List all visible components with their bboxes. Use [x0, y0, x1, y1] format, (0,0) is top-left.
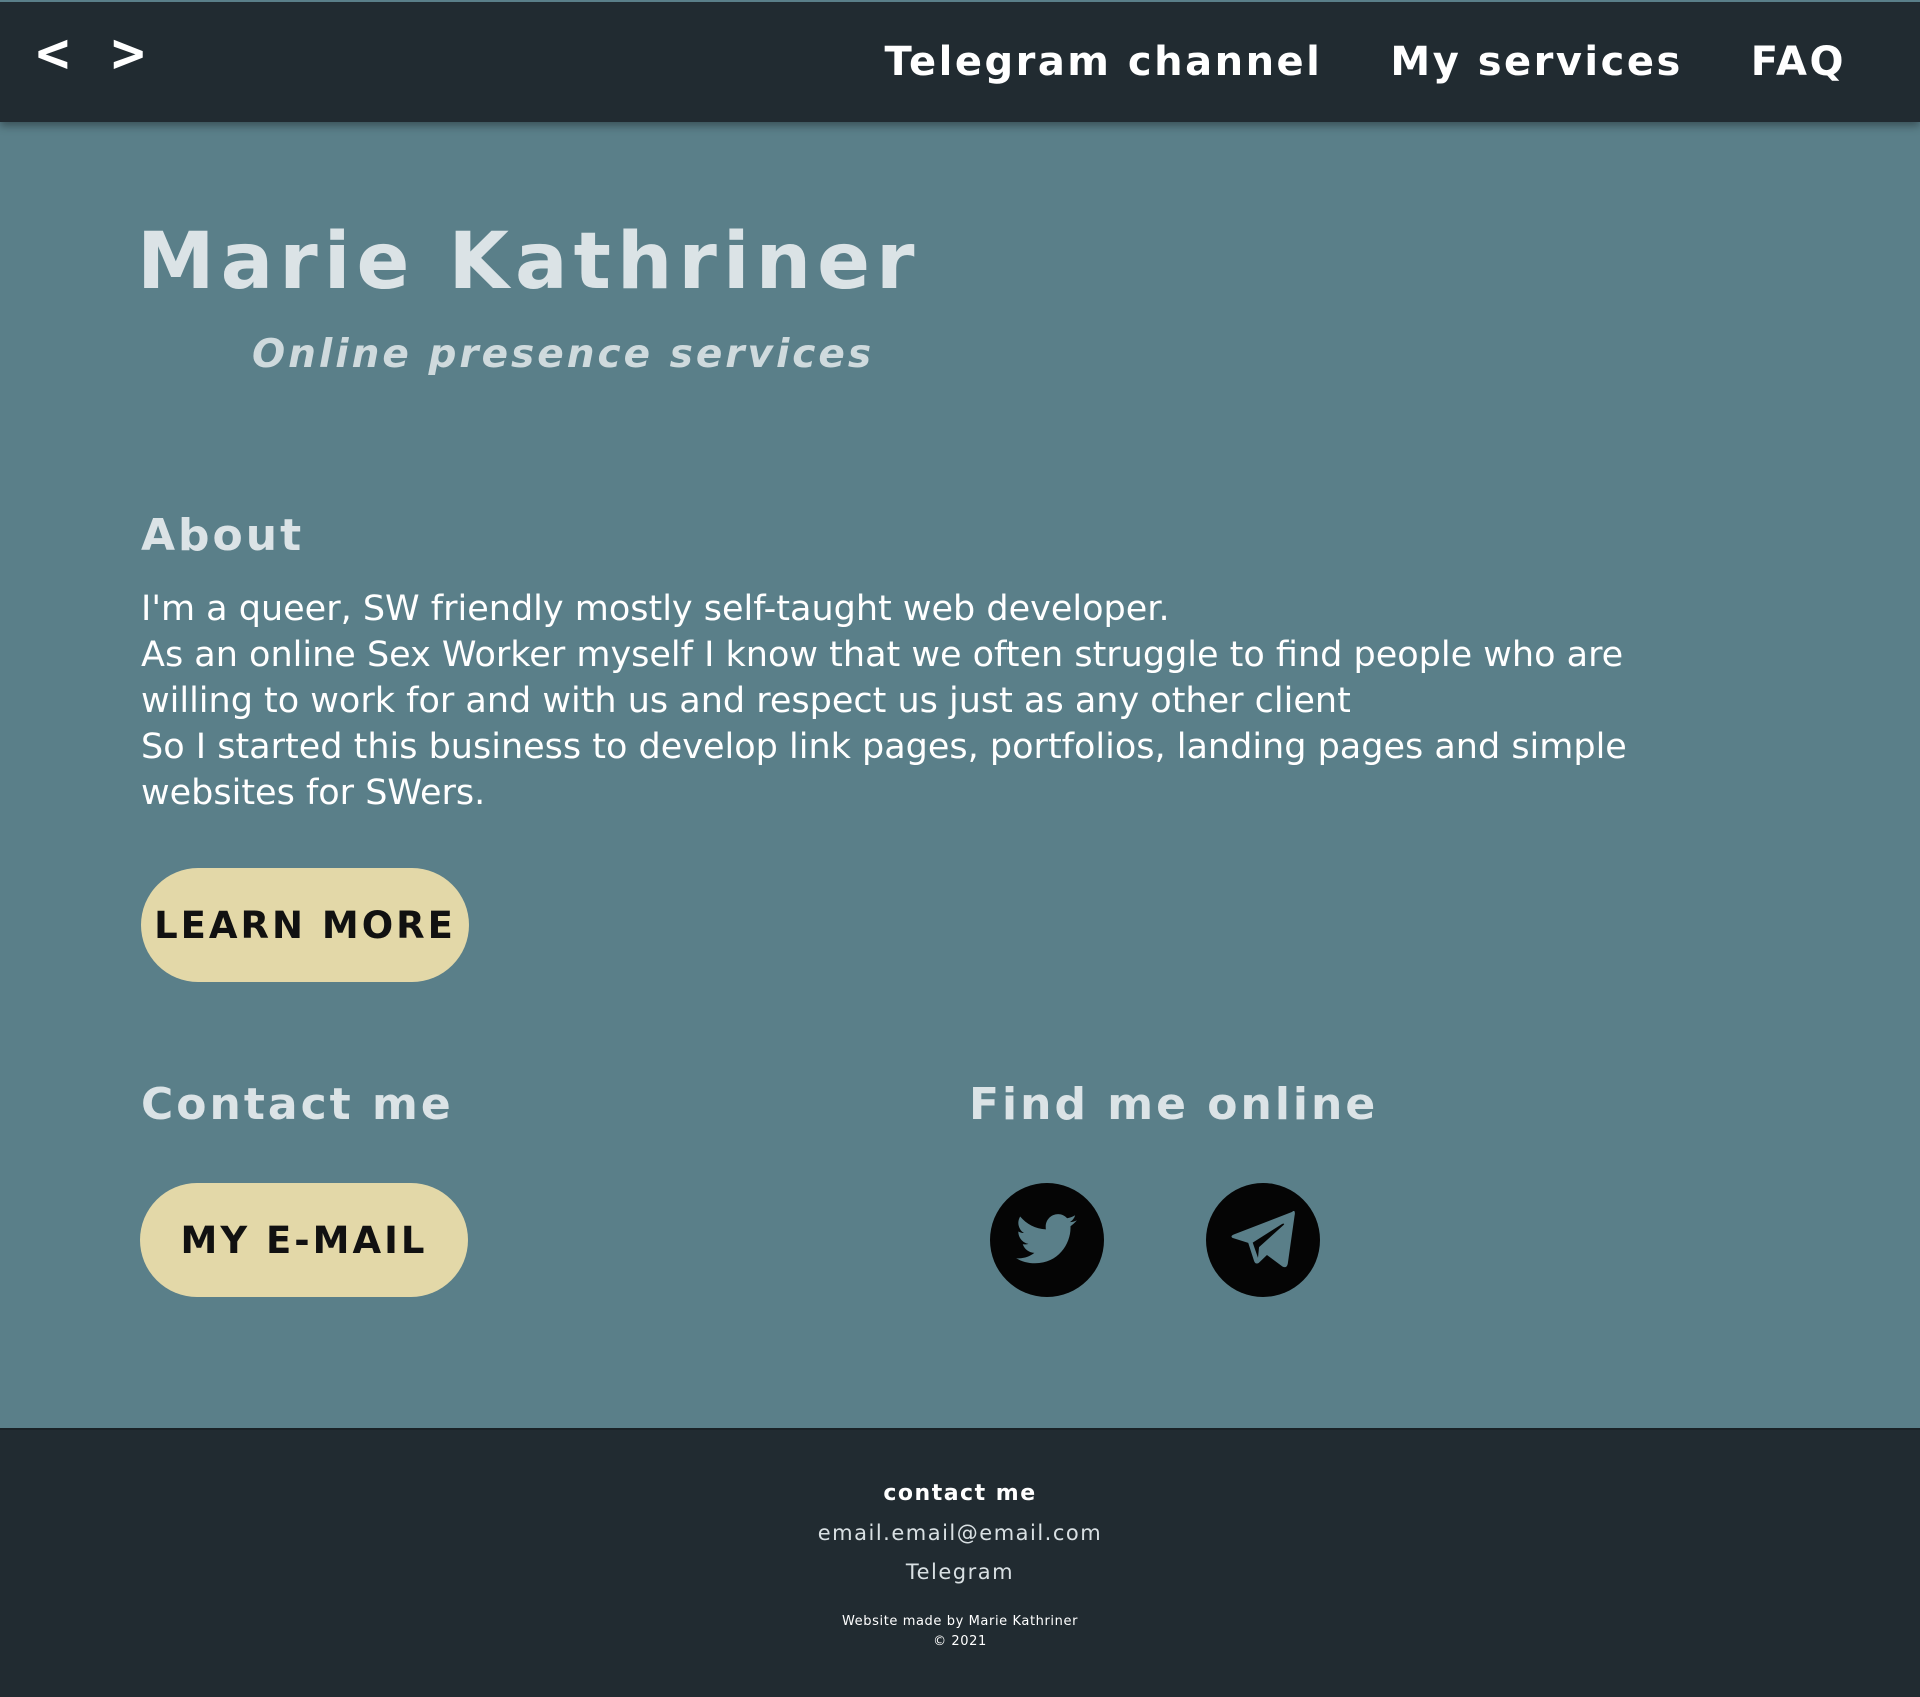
about-heading: About — [141, 510, 305, 561]
telegram-link[interactable] — [1206, 1183, 1320, 1297]
nav-link-my-services[interactable]: My services — [1390, 38, 1682, 86]
nav-link-faq[interactable]: FAQ — [1751, 38, 1846, 86]
page-footer: contact me email.email@email.com Telegra… — [0, 1428, 1920, 1697]
learn-more-button[interactable]: LEARN MORE — [141, 868, 469, 982]
about-paragraph-business: So I started this business to develop li… — [141, 727, 1627, 813]
page-subtitle: Online presence services — [252, 332, 875, 377]
main-nav: Telegram channel My services FAQ — [885, 38, 1846, 86]
footer-telegram-link[interactable]: Telegram — [0, 1558, 1920, 1586]
my-email-button[interactable]: MY E-MAIL — [140, 1183, 468, 1297]
find-me-online-heading: Find me online — [969, 1079, 1379, 1130]
footer-contact-heading: contact me — [883, 1481, 1037, 1506]
about-text: I'm a queer, SW friendly mostly self-tau… — [141, 586, 1701, 816]
about-paragraph-intro: I'm a queer, SW friendly mostly self-tau… — [141, 589, 1170, 629]
footer-copyright: © 2021 — [933, 1634, 987, 1649]
page-title: Marie Kathriner — [137, 217, 921, 307]
about-paragraph-struggle: As an online Sex Worker myself I know th… — [141, 635, 1624, 721]
twitter-link[interactable] — [990, 1183, 1104, 1297]
code-brackets-logo[interactable]: < > — [36, 24, 149, 84]
nav-link-telegram-channel[interactable]: Telegram channel — [885, 38, 1323, 86]
telegram-icon — [1231, 1211, 1295, 1268]
footer-made-by: Website made by Marie Kathriner — [841, 1614, 1079, 1629]
top-navigation-bar: < > Telegram channel My services FAQ — [0, 0, 1920, 122]
footer-email-link[interactable]: email.email@email.com — [0, 1519, 1920, 1547]
footer-credit: Website made by Marie Kathriner © 2021 — [0, 1612, 1920, 1652]
contact-heading: Contact me — [141, 1079, 454, 1130]
twitter-icon — [1016, 1214, 1077, 1264]
